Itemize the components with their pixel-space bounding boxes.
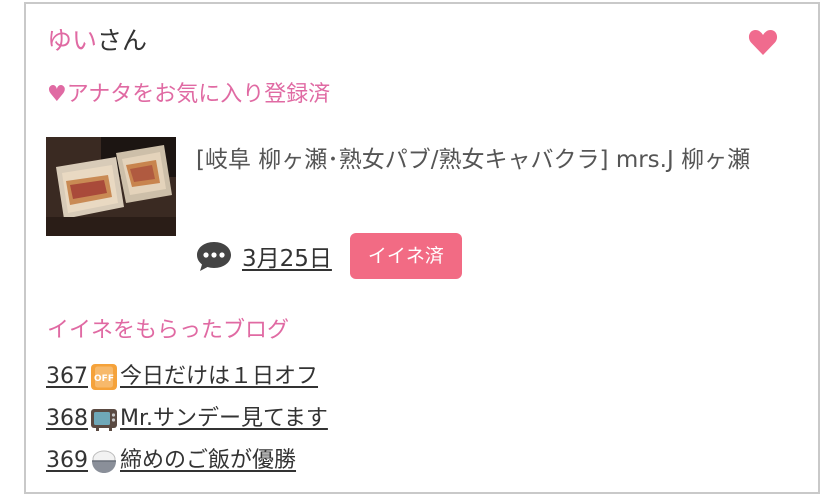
rice-bowl-icon	[90, 447, 118, 475]
favorite-status: ♥アナタをお気に入り登録済	[47, 82, 331, 107]
favorite-card: ゆいさん ♥アナタをお気に入り登録済 [岐阜 柳ヶ瀬･熟女パブ/熟女キャバクラ]…	[24, 2, 820, 494]
post-date-link[interactable]: 3月25日	[242, 239, 332, 273]
blog-title: 締めのご飯が優勝	[120, 448, 297, 473]
blog-link-368[interactable]: 368 Mr.サンデー見てます	[46, 398, 328, 440]
user-name[interactable]: ゆい	[47, 26, 97, 55]
user-suffix: さん	[97, 26, 148, 55]
blog-link-369[interactable]: 369 締めのご飯が優勝	[46, 440, 328, 482]
blog-title: Mr.サンデー見てます	[120, 406, 328, 431]
heart-icon[interactable]	[748, 28, 778, 56]
like-badge[interactable]: イイネ済	[349, 233, 462, 279]
post-meta: 3月25日 イイネ済	[196, 232, 462, 280]
blog-title: 今日だけは１日オフ	[120, 364, 319, 389]
blog-number: 369	[46, 448, 88, 473]
off-sign-icon: OFF	[90, 363, 118, 391]
television-icon	[90, 405, 118, 433]
blog-link-367[interactable]: 367 OFF 今日だけは１日オフ	[46, 356, 328, 398]
svg-text:OFF: OFF	[94, 374, 114, 384]
post-thumbnail[interactable]	[46, 137, 176, 236]
blog-number: 367	[46, 364, 88, 389]
comment-icon	[196, 240, 232, 272]
liked-blogs-heading: イイネをもらったブログ	[47, 318, 290, 343]
user-header: ゆいさん	[47, 24, 147, 58]
blog-number: 368	[46, 406, 88, 431]
liked-blog-list: 367 OFF 今日だけは１日オフ 368 Mr.サンデー見てます 369 締め…	[46, 356, 328, 482]
shop-title[interactable]: [岐阜 柳ヶ瀬･熟女パブ/熟女キャバクラ] mrs.J 柳ヶ瀬	[196, 142, 796, 178]
